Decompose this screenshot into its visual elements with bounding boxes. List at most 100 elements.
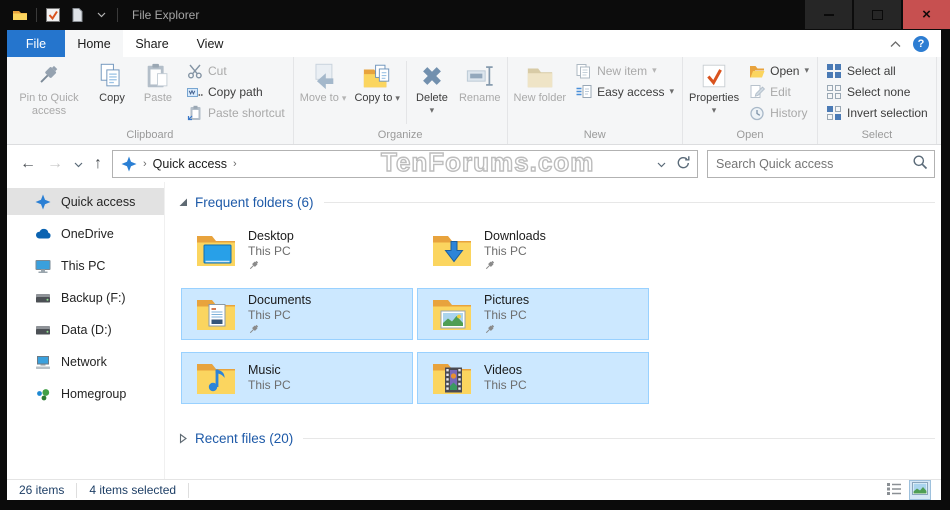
new-item-button[interactable]: New item ▾ <box>570 60 680 81</box>
back-button[interactable]: ← <box>20 155 36 172</box>
recent-locations-chevron-icon[interactable] <box>74 157 83 171</box>
properties-quick-icon[interactable] <box>45 7 61 23</box>
button-label: Delete <box>416 92 448 104</box>
button-label: Select all <box>847 63 896 78</box>
section-header-recent-files[interactable]: Recent files (20) <box>177 428 935 448</box>
copy-button[interactable]: Copy <box>89 58 135 127</box>
button-label: Copy path <box>208 84 263 99</box>
minimize-button[interactable] <box>805 0 852 29</box>
sidebar-item-network[interactable]: Network <box>7 348 164 375</box>
folder-documents-icon <box>194 292 238 336</box>
ribbon-group-select: Select all Select none Invert selection Sel… <box>818 57 937 144</box>
paste-button[interactable]: Paste <box>135 58 181 127</box>
window-controls: × <box>803 0 950 29</box>
folder-tile-desktop[interactable]: Desktop This PC <box>181 224 413 276</box>
section-title[interactable]: Frequent folders (6) <box>195 195 314 210</box>
folder-tile-downloads[interactable]: Downloads This PC <box>417 224 649 276</box>
onedrive-icon <box>35 226 51 242</box>
breadcrumb-chevron[interactable]: › <box>233 158 237 170</box>
section-title[interactable]: Recent files (20) <box>195 431 293 446</box>
sidebar-item-label: Homegroup <box>61 386 127 401</box>
button-label: Pin to Quick access <box>19 92 79 117</box>
button-label: Open <box>770 63 800 78</box>
toolbar-separator <box>36 8 37 22</box>
details-view-button[interactable] <box>883 480 905 500</box>
move-to-icon <box>308 61 338 91</box>
ribbon-group-label: Open <box>736 129 764 141</box>
copy-to-button[interactable]: Copy to ▾ <box>350 58 404 127</box>
copy-path-button[interactable]: Copy path <box>181 81 291 102</box>
forward-button[interactable]: → <box>47 155 63 172</box>
ribbon-divider <box>405 61 407 124</box>
history-button[interactable]: History <box>743 102 815 123</box>
select-none-button[interactable]: Select none <box>820 81 934 102</box>
button-label: Easy access <box>597 84 665 99</box>
section-rule <box>303 437 935 439</box>
drive-icon <box>35 290 51 306</box>
address-dropdown-chevron-icon[interactable] <box>657 157 666 171</box>
folder-location: This PC <box>484 307 527 322</box>
properties-button[interactable]: Properties ▾ <box>685 58 743 127</box>
invert-selection-button[interactable]: Invert selection <box>820 102 934 123</box>
ribbon-group-label: New <box>583 129 606 141</box>
tab-view[interactable]: View <box>181 30 239 57</box>
sidebar-item-homegroup[interactable]: Homegroup <box>7 380 164 407</box>
folder-tile-videos[interactable]: Videos This PC <box>417 352 649 404</box>
folder-tile-music[interactable]: Music This PC <box>181 352 413 404</box>
move-to-button[interactable]: Move to ▾ <box>296 58 351 127</box>
pin-icon <box>34 61 64 91</box>
sidebar-item-onedrive[interactable]: OneDrive <box>7 220 164 247</box>
folder-desktop-icon <box>194 228 238 272</box>
pin-to-quick-access-button[interactable]: Pin to Quick access <box>9 58 89 127</box>
delete-button[interactable]: Delete ▾ <box>409 58 455 127</box>
breadcrumb-location[interactable]: Quick access <box>153 157 227 171</box>
cut-button[interactable]: Cut <box>181 60 291 81</box>
close-button[interactable]: × <box>903 0 950 29</box>
breadcrumb-chevron[interactable]: › <box>143 158 147 170</box>
tab-file[interactable]: File <box>7 30 65 57</box>
expand-section-icon[interactable] <box>177 432 189 444</box>
maximize-icon <box>872 9 883 20</box>
tab-share[interactable]: Share <box>123 30 181 57</box>
collapse-ribbon-icon[interactable] <box>890 37 901 51</box>
folder-tile-documents[interactable]: Documents This PC <box>181 288 413 340</box>
content-pane: Frequent folders (6) Desktop This PC Downl… <box>165 182 941 479</box>
button-label: Cut <box>208 63 227 78</box>
sidebar-item-data-d-[interactable]: Data (D:) <box>7 316 164 343</box>
folder-tile-pictures[interactable]: Pictures This PC <box>417 288 649 340</box>
ribbon-group-organize: Move to ▾ Copy to ▾ Delete ▾ Rename Organize <box>294 57 508 144</box>
new-folder-quick-icon[interactable] <box>69 7 85 23</box>
sidebar-item-this-pc[interactable]: This PC <box>7 252 164 279</box>
file-explorer-window: { "titlebar": { "title": "File Explorer"… <box>0 0 950 510</box>
address-bar[interactable]: › Quick access › <box>112 149 698 178</box>
easy-access-button[interactable]: Easy access ▾ <box>570 81 680 102</box>
sidebar-item-quick-access[interactable]: Quick access <box>7 188 164 215</box>
paste-shortcut-button[interactable]: Paste shortcut <box>181 102 291 123</box>
customize-toolbar-chevron-icon[interactable] <box>93 7 109 23</box>
select-all-button[interactable]: Select all <box>820 60 934 81</box>
up-button[interactable]: ↑ <box>94 155 102 172</box>
new-folder-button[interactable]: New folder <box>510 58 571 127</box>
search-icon[interactable] <box>912 154 928 173</box>
new-folder-icon <box>525 61 555 91</box>
sidebar-item-backup-f-[interactable]: Backup (F:) <box>7 284 164 311</box>
open-button[interactable]: Open ▾ <box>743 60 815 81</box>
maximize-button[interactable] <box>854 0 901 29</box>
search-box[interactable] <box>707 149 935 178</box>
large-icons-view-button[interactable] <box>909 480 931 500</box>
search-input[interactable] <box>716 156 912 171</box>
pin-icon <box>484 323 529 336</box>
refresh-icon[interactable] <box>676 155 691 173</box>
edit-button[interactable]: Edit <box>743 81 815 102</box>
help-button[interactable]: ? <box>913 35 929 52</box>
rename-button[interactable]: Rename <box>455 58 505 127</box>
new-item-icon <box>576 63 592 79</box>
button-label: New folder <box>513 92 567 104</box>
collapse-section-icon[interactable] <box>177 197 189 207</box>
ribbon-group-new: New folder New item ▾ Easy access ▾ New <box>508 57 683 144</box>
sidebar-item-label: OneDrive <box>61 226 114 241</box>
tab-home[interactable]: Home <box>65 30 123 57</box>
homegroup-icon <box>35 386 51 402</box>
button-label: Move to ▾ <box>299 92 347 104</box>
section-header-frequent-folders[interactable]: Frequent folders (6) <box>177 192 935 212</box>
